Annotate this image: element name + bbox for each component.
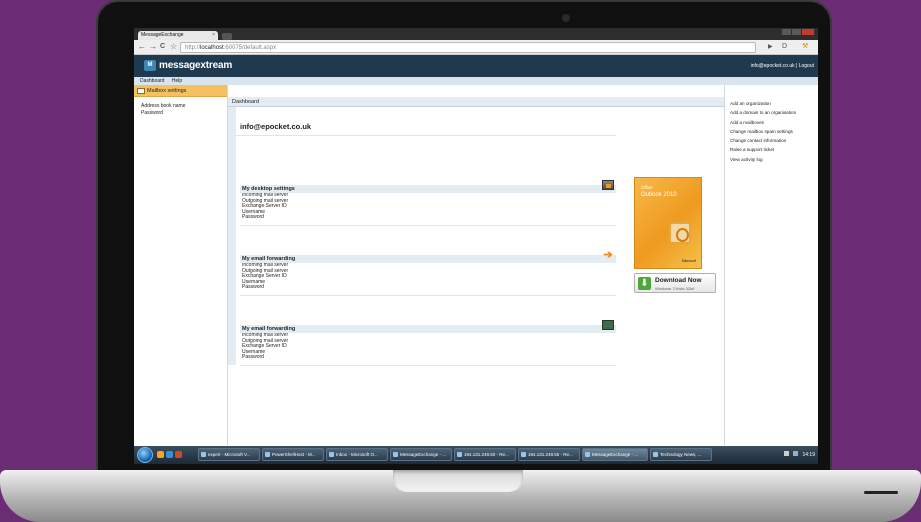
right-sidebar: Add an organization Add a domain to an o…	[724, 85, 818, 445]
minimize-button[interactable]	[782, 29, 791, 35]
outlook-product-name: Outlook 2010	[641, 192, 677, 198]
url-path: :60075/default.aspx	[223, 45, 277, 51]
ie-quicklaunch-icon[interactable]	[166, 451, 173, 458]
menu-help[interactable]: Help	[172, 78, 182, 84]
mailbox-settings-label: Mailbox settings	[147, 88, 187, 94]
download-subtitle: Windows 7/Vista 32bit	[655, 286, 695, 291]
divider	[240, 224, 616, 226]
forward-arrow-icon[interactable]: ➔	[602, 250, 614, 261]
screen: MessageExchange × ← → C ☆ http://localho…	[134, 28, 818, 464]
change-contact-info-link[interactable]: Change contact information	[730, 136, 813, 145]
field-label: Password	[242, 354, 264, 360]
add-domain-link[interactable]: Add a domain to an organisation	[730, 108, 813, 117]
mailbox-settings-header[interactable]: Mailbox settings	[134, 85, 227, 97]
taskbar-item[interactable]: MessageExchange - ...	[390, 448, 452, 461]
taskbar-item[interactable]: 194.131.248.55 - Re...	[518, 448, 580, 461]
divider	[236, 135, 616, 136]
section-header: My email forwarding ➔	[240, 250, 616, 263]
section-title: My email forwarding	[242, 256, 296, 262]
taskbar-item[interactable]: Technology News, ...	[650, 448, 712, 461]
header-user: info@epocket.co.uk | Logout	[751, 63, 814, 69]
taskbar: expert - Microsoft V... PowerShellHost -…	[134, 446, 818, 464]
download-title: Download Now	[655, 277, 702, 284]
desktop-settings-section: My desktop settings Incoming mail server…	[240, 180, 616, 226]
play-icon[interactable]: ▶	[768, 42, 773, 52]
network-icon[interactable]	[783, 451, 789, 456]
page-menu-icon[interactable]: D	[782, 42, 787, 52]
section-title: My email forwarding	[242, 326, 296, 332]
taskbar-item[interactable]: 194.131.248.50 - Re...	[454, 448, 516, 461]
left-sidebar: Mailbox settings Address book name Passw…	[134, 85, 228, 445]
browser-tab[interactable]: MessageExchange ×	[138, 31, 218, 40]
logo-icon: M	[144, 60, 156, 71]
mail-icon	[137, 87, 145, 94]
laptop-notch	[393, 470, 523, 492]
account-title: info@epocket.co.uk	[240, 122, 312, 131]
address-book-link[interactable]: Address book name	[141, 103, 220, 110]
maximize-button[interactable]	[792, 29, 801, 35]
back-icon[interactable]: ←	[138, 42, 146, 52]
left-links: Address book name Password	[134, 97, 227, 123]
menu-dashboard[interactable]: Dashboard	[140, 78, 164, 84]
email-forwarding-section: My email forwarding ➔ Incoming mail serv…	[240, 250, 616, 296]
system-tray: 14:19	[783, 451, 815, 458]
url-host: localhost	[200, 45, 224, 51]
outlook-logo-icon	[669, 222, 691, 244]
app-header: M messagextream info@epocket.co.uk | Log…	[134, 55, 818, 77]
office-brand: Office	[641, 185, 653, 190]
tab-title: MessageExchange	[141, 32, 184, 38]
download-arrow-icon: ⬇	[638, 277, 651, 290]
outlook-promo-box[interactable]: Office Outlook 2010 Microsoft	[634, 177, 702, 269]
field-label: Password	[242, 284, 264, 290]
close-window-button[interactable]	[802, 29, 814, 35]
logo-text: messagextream	[159, 60, 233, 71]
taskbar-item[interactable]: expert - Microsoft V...	[198, 448, 260, 461]
window-controls	[782, 29, 814, 35]
forward-icon[interactable]: →	[149, 42, 157, 52]
section-header: My desktop settings	[240, 180, 616, 193]
start-button[interactable]	[137, 447, 153, 463]
raise-support-ticket-link[interactable]: Raise a support ticket	[730, 145, 813, 154]
new-tab-button[interactable]	[222, 33, 232, 40]
address-bar[interactable]: http://localhost:60075/default.aspx	[180, 42, 756, 53]
media-quicklaunch-icon[interactable]	[175, 451, 182, 458]
menubar: Dashboard Help	[134, 77, 818, 85]
wrench-icon[interactable]: ⚒	[802, 42, 808, 52]
browser-tabstrip: MessageExchange ×	[134, 28, 818, 40]
email-forwarding-section-2: My email forwarding Incoming mail server…	[240, 320, 616, 366]
browser-toolbar: ← → C ☆ http://localhost:60075/default.a…	[134, 40, 818, 55]
user-email[interactable]: info@epocket.co.uk	[751, 63, 795, 69]
password-link[interactable]: Password	[141, 110, 220, 117]
camera-icon	[562, 14, 570, 22]
taskbar-item[interactable]: PowerShellHost - M...	[262, 448, 324, 461]
section-title: My desktop settings	[242, 186, 295, 192]
volume-icon[interactable]	[793, 451, 799, 456]
microsoft-brand: Microsoft	[681, 259, 696, 263]
add-organization-link[interactable]: Add an organization	[730, 99, 813, 108]
taskbar-item[interactable]: MessageExchange - ...	[582, 448, 648, 461]
star-icon[interactable]: ☆	[170, 42, 177, 52]
server-icon[interactable]	[602, 320, 614, 330]
download-now-button[interactable]: ⬇ Download Now Windows 7/Vista 32bit	[634, 273, 716, 293]
add-mailboxes-link[interactable]: Add a mailboxes	[730, 118, 813, 127]
main-content: Dashboard info@epocket.co.uk My desktop …	[228, 85, 724, 445]
url-prefix: http://	[185, 45, 201, 51]
change-spam-settings-link[interactable]: Change mailbox spam settings	[730, 127, 813, 136]
divider	[240, 294, 616, 296]
reload-icon[interactable]: C	[160, 42, 165, 52]
tab-close-icon[interactable]: ×	[212, 32, 215, 38]
clock[interactable]: 14:19	[802, 452, 815, 458]
view-activity-log-link[interactable]: View activity log	[730, 155, 813, 164]
content-strip	[228, 107, 236, 365]
explorer-quicklaunch-icon[interactable]	[157, 451, 164, 458]
taskbar-item[interactable]: Inbox - Microsoft O...	[326, 448, 388, 461]
monitor-settings-icon[interactable]	[602, 180, 614, 190]
logout-link[interactable]: Logout	[799, 63, 814, 69]
section-header: My email forwarding	[240, 320, 616, 333]
laptop-indicator	[864, 491, 898, 494]
breadcrumb: Dashboard	[228, 97, 724, 107]
field-label: Password	[242, 214, 264, 220]
divider	[240, 364, 616, 366]
